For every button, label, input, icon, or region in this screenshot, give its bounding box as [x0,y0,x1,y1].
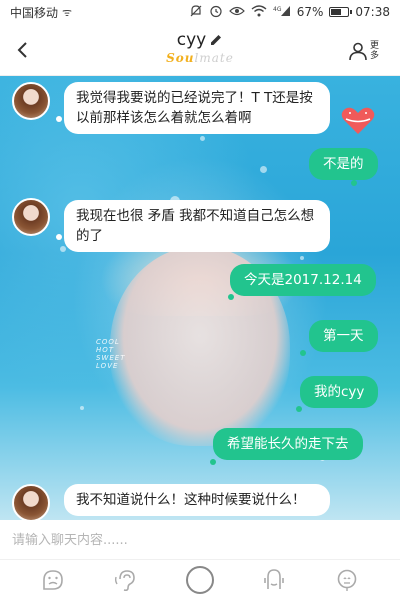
eye-icon [228,5,245,20]
mute-icon [189,4,203,21]
ear-button[interactable] [110,564,142,596]
stamp-line: SWEET [96,354,126,362]
contact-name: cyy [176,30,207,50]
contact-avatar[interactable] [12,82,50,120]
heart-icon[interactable] [340,106,376,136]
subtitle-part2: lmate [194,51,234,65]
page-title: cyy [177,30,223,50]
user-icon [349,42,367,61]
chat-header: cyy Soulmate 更多 [0,24,400,76]
water-bubble [60,246,66,252]
message-bubble-right[interactable]: 今天是2017.12.14 [230,264,376,296]
water-bubble [80,406,84,410]
battery-percent: 67% [296,5,324,19]
clock: 07:38 [355,5,390,19]
wifi-icon [251,4,267,20]
bubble-tail [228,294,234,300]
sad-face-icon [42,570,63,590]
message-bubble-right[interactable]: 第一天 [309,320,378,352]
water-bubble [260,166,267,173]
water-bubble [200,136,205,141]
battery-fill [331,9,342,15]
contact-avatar[interactable] [12,198,50,236]
more-button[interactable]: 更多 [348,36,388,66]
carrier-label: 中国移动 [10,5,59,20]
battery-icon [329,7,353,17]
bubble-tail [210,459,216,465]
message-bubble-right[interactable]: 我的cyy [300,376,379,408]
center-circle-button[interactable] [184,564,216,596]
svg-text:4G: 4G [273,6,282,13]
bottom-toolbar [0,560,400,600]
carrier-hd-icon: ᯤ [62,5,73,19]
message-bubble-right[interactable]: 不是的 [309,148,378,180]
ear-icon [115,570,136,592]
stamp-line: HOT [96,346,115,354]
chat-input[interactable] [12,526,382,554]
back-icon [17,42,27,58]
sad-face-button[interactable] [37,564,69,596]
head-button[interactable] [258,564,290,596]
contact-avatar[interactable] [12,484,50,520]
soulmate-subtitle: Soulmate [140,51,260,65]
message-bubble-left[interactable]: 我不知道说什么！这种时候要说什么！ [64,484,330,516]
stamp-line: LOVE [96,362,119,370]
back-button[interactable] [10,36,34,64]
circle-button-icon [185,566,214,594]
bubble-tail [300,350,306,356]
bubble-tail [56,234,62,240]
edit-icon[interactable] [209,33,223,47]
bubble-tail [296,406,302,412]
title-block: cyy Soulmate [140,30,260,65]
bubble-tail [56,116,62,122]
alarm-icon [209,4,223,21]
more-label: 更多 [370,41,380,61]
chat-area[interactable]: COOL HOT SWEET LOVE 我觉得我要说的已经说完了！T T还是按以… [0,76,400,520]
input-bar [0,520,400,560]
subtitle-part1: Sou [166,51,195,65]
bubble-tail [351,180,357,186]
message-bubble-right[interactable]: 希望能长久的走下去 [213,428,363,460]
signal-icon: 4G [273,5,291,20]
message-bubble-left[interactable]: 我觉得我要说的已经说完了！T T还是按以前那样该怎么着就怎么着啊 [64,82,330,134]
message-bubble-left[interactable]: 我现在也很 矛盾 我都不知道自己怎么想的了 [64,200,330,252]
face-icon [337,569,357,591]
face-button[interactable] [331,564,363,596]
water-bubble [300,256,304,260]
head-icon [263,569,284,589]
background-stamp: COOL HOT SWEET LOVE [96,338,126,370]
status-bar: 中国移动 ᯤ 4G 67% 07:38 [0,0,400,24]
stamp-line: COOL [96,338,120,346]
